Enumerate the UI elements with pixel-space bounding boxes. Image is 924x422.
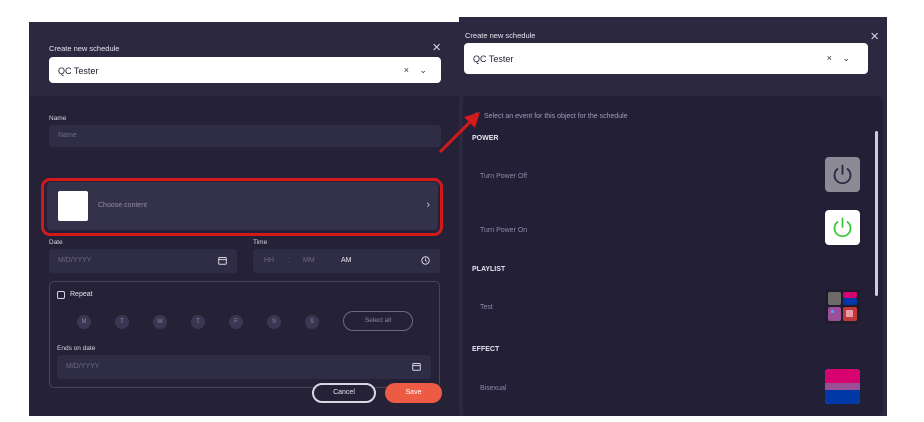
date-input[interactable]: M/D/YYYY (49, 249, 237, 273)
dialog-title: Create new schedule (465, 31, 536, 40)
time-hour[interactable]: HH (264, 257, 274, 264)
event-hint: Select an event for this object for the … (484, 113, 628, 120)
day-toggle-saturday[interactable]: S (267, 315, 281, 329)
close-icon[interactable]: × (870, 29, 879, 44)
cancel-button[interactable]: Cancel (312, 383, 376, 403)
event-list: Select an event for this object for the … (463, 96, 883, 416)
event-label: Test (480, 304, 493, 311)
select-all-button[interactable]: Select all (343, 311, 413, 331)
device-select[interactable]: QC Tester × ⌄ (464, 43, 868, 74)
event-label: Turn Power On (480, 227, 528, 234)
section-effect: EFFECT (472, 346, 500, 353)
device-select-value: QC Tester (58, 66, 99, 76)
playlist-thumbnail[interactable] (825, 289, 860, 324)
calendar-icon[interactable] (218, 256, 227, 265)
name-input[interactable]: Name (49, 125, 441, 147)
day-toggle-monday[interactable]: M (77, 315, 91, 329)
day-toggle-thursday[interactable]: T (191, 315, 205, 329)
time-minute[interactable]: MM (303, 257, 315, 264)
clock-icon[interactable] (421, 256, 430, 265)
section-playlist: PLAYLIST (472, 266, 506, 273)
time-separator: : (288, 257, 290, 264)
bisexual-flag-effect[interactable] (825, 369, 860, 404)
power-on-icon[interactable] (825, 210, 860, 245)
date-placeholder: M/D/YYYY (58, 257, 92, 264)
day-toggle-wednesday[interactable]: W (153, 315, 167, 329)
red-highlight-annotation (41, 178, 443, 236)
form-body: Name Name Choose content › Date M/D/YYYY… (29, 96, 459, 416)
create-schedule-dialog: Create new schedule × QC Tester × ⌄ Name… (29, 22, 459, 416)
create-schedule-dialog-event-step: Create new schedule × QC Tester × ⌄ Sele… (459, 17, 887, 416)
day-toggle-sunday[interactable]: S (305, 315, 319, 329)
time-label: Time (253, 239, 268, 246)
clear-and-chevron-icon[interactable]: × ⌄ (827, 53, 854, 64)
event-label: Bisexual (480, 385, 507, 392)
day-toggle-friday[interactable]: F (229, 315, 243, 329)
scrollbar[interactable] (875, 131, 878, 296)
date-label: Date (49, 239, 63, 246)
name-label: Name (49, 115, 67, 122)
time-ampm[interactable]: AM (341, 257, 352, 264)
repeat-label: Repeat (70, 291, 93, 298)
ends-on-label: Ends on date (57, 345, 96, 352)
repeat-checkbox[interactable] (57, 291, 65, 299)
dialog-title: Create new schedule (49, 44, 120, 53)
repeat-section: Repeat M T W T F S S Select all Ends on … (49, 281, 440, 388)
save-button[interactable]: Save (385, 383, 442, 403)
back-arrow-icon[interactable] (471, 112, 480, 121)
event-label: Turn Power Off (480, 173, 528, 180)
name-placeholder: Name (58, 132, 77, 139)
time-input[interactable]: HH : MM AM (253, 249, 440, 273)
ends-on-input[interactable]: M/D/YYYY (57, 355, 431, 379)
day-toggle-tuesday[interactable]: T (115, 315, 129, 329)
ends-on-placeholder: M/D/YYYY (66, 363, 100, 370)
close-icon[interactable]: × (432, 40, 441, 55)
device-select-value: QC Tester (473, 54, 514, 64)
device-select[interactable]: QC Tester × ⌄ (49, 57, 441, 83)
calendar-icon[interactable] (412, 362, 421, 371)
power-off-icon[interactable] (825, 157, 860, 192)
section-power: POWER (472, 135, 499, 142)
clear-and-chevron-icon[interactable]: × ⌄ (404, 65, 431, 76)
